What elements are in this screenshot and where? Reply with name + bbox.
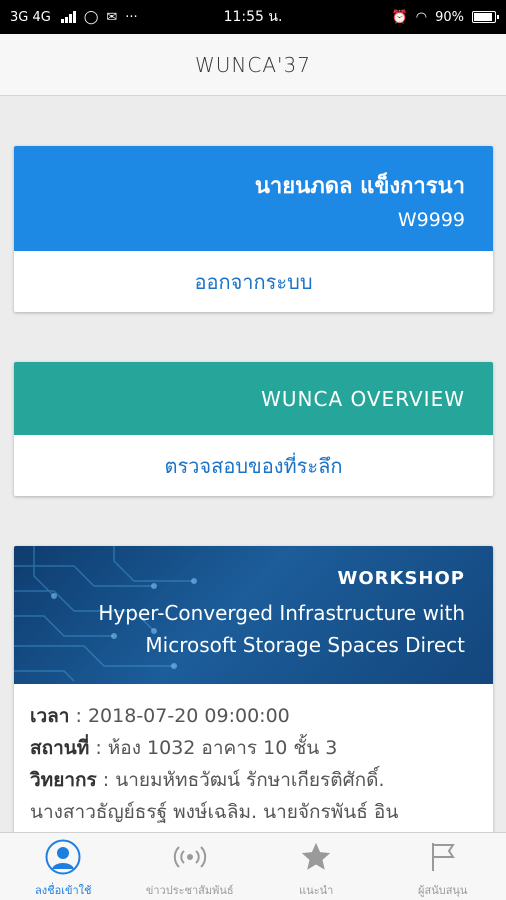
tab-recommend[interactable]: แนะนำ [253,833,380,900]
tab-recommend-label: แนะนำ [299,884,334,897]
tab-bar: ลงชื่อเข้าใช้ ข่าวประชาสัมพันธ์ แนะนำ ผู… [0,832,506,900]
user-card: นายนภดล แข็งการนา W9999 ออกจากระบบ [14,146,493,312]
status-bar: 3G 4G ◯ ✉ ··· 11:55 น. ⏰ ◠ 90% [0,0,506,34]
battery-percent: 90% [435,9,464,25]
app-bar: WUNCA'37 [0,34,506,96]
user-name: นายนภดล แข็งการนา [254,174,465,199]
place-label: สถานที่ [30,737,90,759]
user-card-header: นายนภดล แข็งการนา W9999 [14,146,493,251]
workshop-card[interactable]: WORKSHOP Hyper-Converged Infrastructure … [14,546,493,846]
chat-icon: ◯ [83,9,99,25]
place-row: สถานที่ : ห้อง 1032 อาคาร 10 ชั้น 3 [30,732,477,764]
workshop-details: เวลา : 2018-07-20 09:00:00 สถานที่ : ห้อ… [14,684,493,828]
workshop-banner: WORKSHOP Hyper-Converged Infrastructure … [14,546,493,684]
workshop-title-line1: Hyper-Converged Infrastructure with [98,601,465,625]
speaker-value: : นายมหัทธวัฒน์ รักษาเกียรติศักดิ์. [102,769,385,791]
signal-icon [60,11,76,23]
tab-news-label: ข่าวประชาสัมพันธ์ [145,884,234,897]
star-icon [299,837,333,877]
tab-login-label: ลงชื่อเข้าใช้ [35,884,92,897]
tab-sponsors-label: ผู้สนับสนุน [418,884,468,897]
status-left: 3G 4G ◯ ✉ ··· [10,10,138,25]
workshop-label: WORKSHOP [337,568,465,589]
wifi-icon: ◠ [415,9,428,25]
time-row: เวลา : 2018-07-20 09:00:00 [30,700,477,732]
battery-icon [472,11,499,23]
mail-icon: ✉ [106,9,118,25]
app-title: WUNCA'37 [195,52,311,77]
broadcast-icon [170,837,210,877]
overview-card: WUNCA OVERVIEW ตรวจสอบของที่ระลึก [14,362,493,496]
check-souvenir-button[interactable]: ตรวจสอบของที่ระลึก [14,435,493,496]
speaker-label: วิทยากร [30,769,97,791]
more-dots-icon: ··· [125,9,138,25]
user-id: W9999 [397,209,465,231]
tab-login[interactable]: ลงชื่อเข้าใช้ [0,833,127,900]
tab-news[interactable]: ข่าวประชาสัมพันธ์ [127,833,254,900]
place-value: : ห้อง 1032 อาคาร 10 ชั้น 3 [95,737,338,759]
workshop-title-line2: Microsoft Storage Spaces Direct [145,633,465,657]
tab-sponsors[interactable]: ผู้สนับสนุน [380,833,506,900]
status-right: ⏰ ◠ 90% [391,9,499,25]
logout-button[interactable]: ออกจากระบบ [14,251,493,312]
time-value: : 2018-07-20 09:00:00 [75,705,290,727]
flag-icon [428,837,458,877]
time-label: เวลา [30,705,70,727]
overview-header: WUNCA OVERVIEW [14,362,493,435]
alarm-icon: ⏰ [391,9,408,25]
speaker-more: นางสาวธัญย์ธรฐ์ พงษ์เฉลิม. นายจักรพันธ์ … [30,801,399,823]
speaker-row: วิทยากร : นายมหัทธวัฒน์ รักษาเกียรติศักด… [30,764,477,796]
network-label: 3G 4G [10,9,51,25]
person-icon [45,837,81,877]
